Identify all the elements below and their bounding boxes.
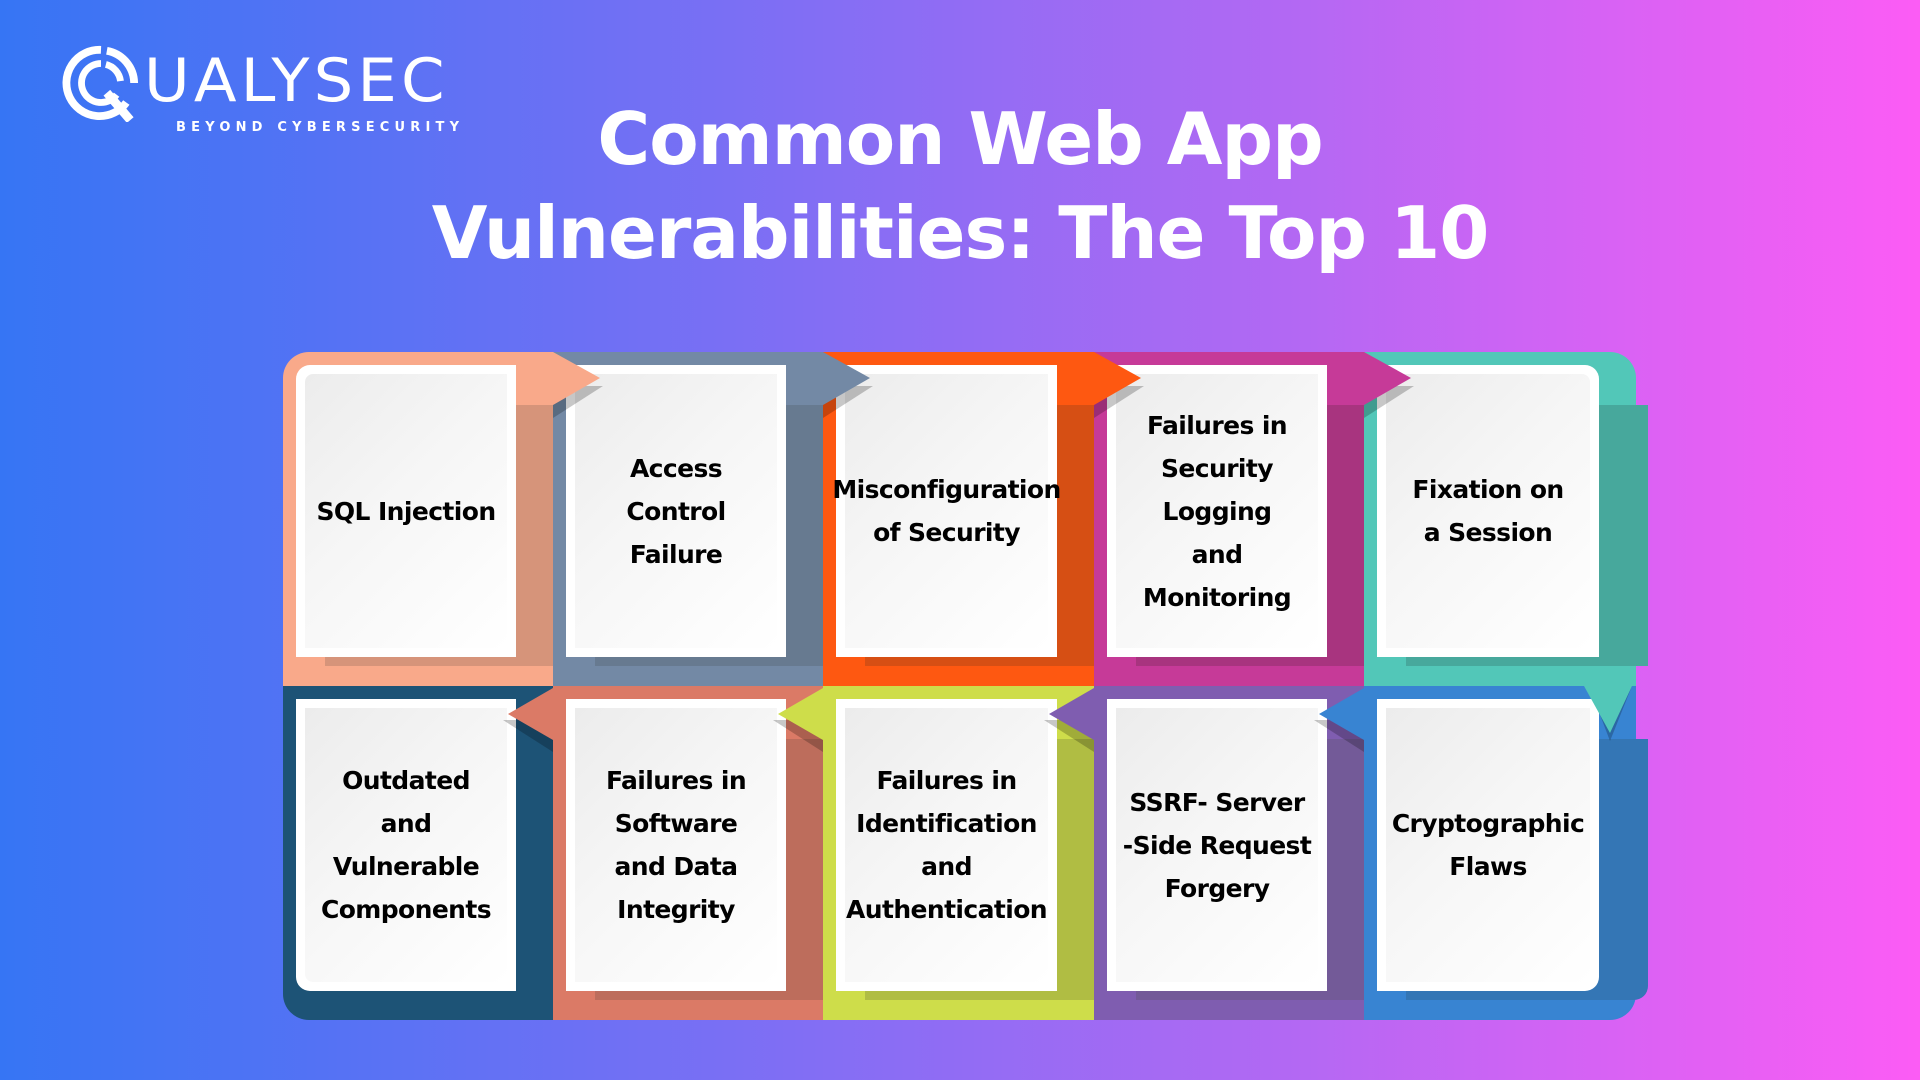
vulnerability-card-3: Misconfiguration of Security <box>823 352 1106 686</box>
card-label: Cryptographic Flaws <box>1391 809 1585 881</box>
vulnerability-card-6: Outdated and Vulnerable Components <box>283 686 565 1020</box>
title-line-1: Common Web App <box>597 97 1323 181</box>
vulnerability-card-4: Failures in Security Logging and Monitor… <box>1094 352 1376 686</box>
card-label: SSRF- Server -Side Request Forgery <box>1122 787 1312 903</box>
card-label: Fixation on a Session <box>1412 475 1564 547</box>
vulnerability-card-2: Access Control Failure <box>553 352 835 686</box>
vulnerability-grid: SQL Injection Access Control Failure Mis… <box>283 352 1648 1020</box>
card-label: Misconfiguration of Security <box>832 475 1061 547</box>
page-title: Common Web App Vulnerabilities: The Top … <box>0 92 1920 280</box>
card-label: Failures in Identification and Authentic… <box>846 766 1048 924</box>
card-label: Failures in Software and Data Integrity <box>605 766 747 924</box>
vulnerability-card-8: Failures in Identification and Authentic… <box>823 686 1106 1020</box>
card-label: Failures in Security Logging and Monitor… <box>1142 410 1292 612</box>
card-label: Access Control Failure <box>626 453 726 569</box>
vulnerability-card-10: Cryptographic Flaws <box>1364 686 1648 1020</box>
vulnerability-card-7: Failures in Software and Data Integrity <box>553 686 835 1020</box>
vulnerability-card-1: SQL Injection <box>283 352 565 686</box>
title-line-2: Vulnerabilities: The Top 10 <box>431 191 1490 275</box>
vulnerability-card-5: Fixation on a Session <box>1364 352 1648 686</box>
card-label: SQL Injection <box>316 496 496 526</box>
card-label: Outdated and Vulnerable Components <box>320 766 492 924</box>
vulnerability-card-9: SSRF- Server -Side Request Forgery <box>1094 686 1376 1020</box>
